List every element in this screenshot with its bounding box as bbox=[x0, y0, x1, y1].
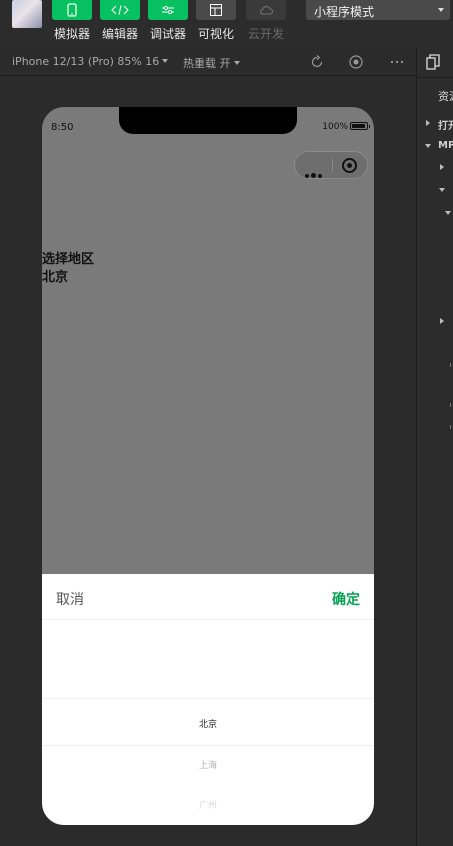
region-label: 选择地区 bbox=[42, 252, 95, 267]
device-select-label: iPhone 12/13 (Pro) 85% 16 bbox=[12, 55, 160, 68]
picker-option[interactable]: 北京 bbox=[42, 717, 374, 730]
editor-tool[interactable]: 编辑器 bbox=[96, 0, 144, 42]
cloud-icon[interactable] bbox=[246, 0, 286, 20]
record-icon[interactable] bbox=[349, 55, 363, 69]
chevron-down-icon[interactable] bbox=[439, 188, 445, 192]
status-time: 8:50 bbox=[51, 122, 74, 133]
rotate-icon[interactable] bbox=[310, 55, 324, 69]
battery-status: 100% bbox=[322, 122, 370, 132]
debugger-tool[interactable]: 调试器 bbox=[144, 0, 192, 42]
region-picker: 取消 确定 北京 上海 广州 bbox=[42, 574, 374, 825]
battery-icon bbox=[350, 122, 370, 130]
picker-option[interactable]: 上海 bbox=[42, 758, 374, 771]
editor-label: 编辑器 bbox=[101, 27, 138, 41]
tree-guide bbox=[450, 403, 451, 407]
copy-files-icon[interactable] bbox=[426, 54, 440, 70]
mini-program-capsule bbox=[294, 151, 368, 179]
chevron-down-icon bbox=[162, 59, 169, 63]
close-target-icon[interactable] bbox=[342, 158, 357, 173]
explorer-panel: 资源 打开 MP bbox=[417, 47, 453, 846]
page-content[interactable]: 选择地区 北京 bbox=[42, 251, 94, 287]
chevron-right-icon[interactable] bbox=[426, 120, 430, 126]
visualize-label: 可视化 bbox=[197, 27, 234, 41]
capsule-divider bbox=[332, 159, 333, 172]
cancel-button[interactable]: 取消 bbox=[56, 589, 84, 609]
device-select[interactable]: iPhone 12/13 (Pro) 85% 16 bbox=[12, 55, 169, 68]
project-row[interactable]: MP bbox=[438, 140, 453, 151]
chevron-down-icon bbox=[438, 8, 444, 12]
picker-header: 取消 确定 bbox=[42, 574, 374, 620]
user-avatar[interactable] bbox=[12, 0, 42, 28]
code-icon[interactable] bbox=[100, 0, 140, 20]
region-value: 北京 bbox=[42, 270, 69, 285]
chevron-right-icon[interactable] bbox=[440, 318, 444, 324]
chevron-down-icon bbox=[233, 61, 240, 65]
confirm-button[interactable]: 确定 bbox=[332, 589, 360, 609]
chevron-down-icon[interactable] bbox=[445, 211, 451, 215]
hot-reload-toggle[interactable]: 热重载 开 bbox=[183, 55, 240, 71]
cloud-dev-label: 云开发 bbox=[247, 27, 284, 41]
battery-percent: 100% bbox=[322, 122, 348, 132]
open-editors-row[interactable]: 打开 bbox=[438, 117, 453, 132]
mode-select[interactable]: 小程序模式 bbox=[306, 0, 450, 20]
layout-icon[interactable] bbox=[196, 0, 236, 20]
more-icon[interactable] bbox=[390, 55, 404, 69]
hot-reload-label: 热重载 开 bbox=[183, 57, 231, 70]
more-dots-icon[interactable] bbox=[305, 163, 324, 182]
chevron-down-icon[interactable] bbox=[425, 144, 431, 148]
picker-option[interactable]: 广州 bbox=[42, 798, 374, 811]
phone-notch bbox=[119, 107, 297, 134]
sliders-icon[interactable] bbox=[148, 0, 188, 20]
picker-column[interactable]: 北京 上海 广州 bbox=[42, 620, 374, 825]
phone-frame: 8:50 100% 选择地区 北京 取消 确定 北京 上海 广州 bbox=[42, 107, 374, 825]
resources-title: 资源 bbox=[438, 90, 453, 103]
tree-guide bbox=[450, 363, 451, 367]
simulator-label: 模拟器 bbox=[53, 27, 90, 41]
top-toolbar: 模拟器 编辑器 调试器 可视化 云开发 小程序模式 bbox=[0, 0, 453, 47]
simulator-area: 8:50 100% 选择地区 北京 取消 确定 北京 上海 广州 bbox=[0, 76, 416, 846]
debugger-label: 调试器 bbox=[149, 27, 186, 41]
panel-separator bbox=[417, 77, 453, 78]
simulator-tool[interactable]: 模拟器 bbox=[48, 0, 96, 42]
cloud-dev-tool[interactable]: 云开发 bbox=[242, 0, 290, 42]
tree-guide bbox=[450, 425, 451, 429]
simulator-bar: iPhone 12/13 (Pro) 85% 16 热重载 开 bbox=[0, 47, 416, 76]
mode-select-value: 小程序模式 bbox=[314, 5, 375, 19]
phone-icon[interactable] bbox=[52, 0, 92, 20]
chevron-right-icon[interactable] bbox=[440, 164, 444, 170]
visualize-tool[interactable]: 可视化 bbox=[192, 0, 240, 42]
